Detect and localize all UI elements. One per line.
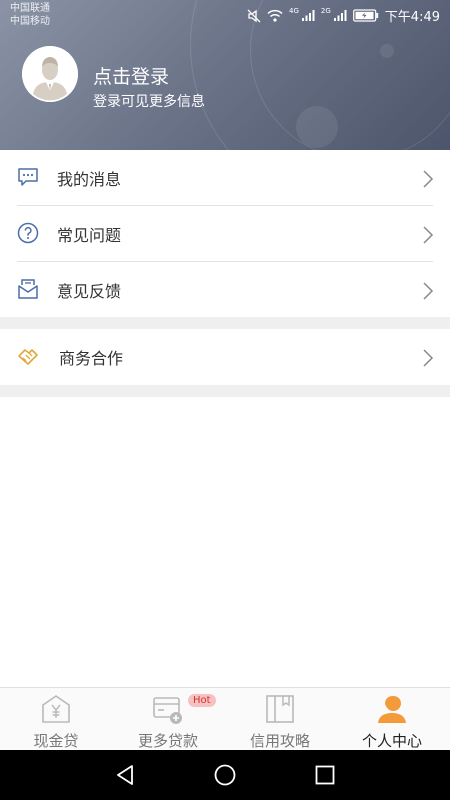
- back-icon[interactable]: [113, 763, 137, 787]
- carrier-info: 中国联通 中国移动: [10, 2, 50, 28]
- chevron-right-icon: [423, 349, 434, 367]
- menu-item-business[interactable]: 商务合作: [0, 329, 450, 385]
- tab-credit-guide[interactable]: 信用攻略: [224, 688, 336, 751]
- person-icon: [378, 696, 406, 723]
- tab-cash-loan[interactable]: 现金贷: [0, 688, 112, 751]
- signal-icon: [333, 10, 347, 21]
- menu-item-label: 我的消息: [57, 170, 122, 189]
- battery-icon: [352, 9, 378, 22]
- status-bar: 中国联通 中国移动 4G 2G 下午4:49: [0, 0, 450, 30]
- login-subtitle: 登录可见更多信息: [93, 94, 205, 110]
- bottom-tab-bar: 现金贷 Hot 更多贷款 信用攻略 个人中心: [0, 687, 450, 750]
- carrier-1: 中国联通: [10, 3, 50, 14]
- wifi-icon: [267, 9, 283, 22]
- carrier-2: 中国移动: [10, 16, 50, 27]
- decor-bubble: [296, 106, 338, 148]
- menu-group-business: 商务合作: [0, 329, 450, 385]
- menu-item-faq[interactable]: 常见问题: [0, 206, 450, 262]
- network-4g-label: 4G: [289, 6, 299, 15]
- recents-icon[interactable]: [313, 763, 337, 787]
- status-icons: 4G 2G 下午4:49: [247, 6, 440, 25]
- menu-group-main: 我的消息 常见问题 意见反馈: [0, 150, 450, 317]
- avatar[interactable]: [22, 46, 78, 102]
- default-avatar-icon: [22, 46, 78, 102]
- network-2g-label: 2G: [320, 6, 331, 15]
- message-icon: [18, 168, 38, 186]
- tab-personal-center[interactable]: 个人中心: [336, 688, 448, 751]
- question-icon: [17, 222, 39, 244]
- decor-bubble: [380, 44, 394, 58]
- tab-more-loans[interactable]: Hot 更多贷款: [112, 688, 224, 751]
- clock: 下午4:49: [384, 10, 440, 25]
- section-gap: [0, 317, 450, 329]
- login-title[interactable]: 点击登录: [93, 62, 169, 89]
- card-add-icon: [153, 697, 182, 724]
- cash-loan-icon: [42, 695, 70, 723]
- chevron-right-icon: [423, 226, 434, 244]
- menu-item-messages[interactable]: 我的消息: [0, 150, 450, 206]
- screen: 中国联通 中国移动 4G 2G 下午4:49 点击登录 登录可见更多信息 我的消…: [0, 0, 450, 800]
- handshake-icon: [18, 349, 38, 365]
- system-nav-bar: [0, 750, 450, 800]
- book-icon: [266, 695, 294, 723]
- mute-icon: [247, 9, 261, 22]
- section-gap: [0, 385, 450, 397]
- menu-item-label: 商务合作: [59, 349, 124, 368]
- tab-label: 信用攻略: [249, 732, 310, 750]
- chevron-right-icon: [423, 170, 434, 188]
- tab-label: 现金贷: [33, 732, 79, 750]
- tab-label: 更多贷款: [137, 732, 198, 750]
- menu-item-label: 意见反馈: [57, 282, 122, 301]
- menu-item-feedback[interactable]: 意见反馈: [0, 262, 450, 318]
- chevron-right-icon: [423, 282, 434, 300]
- hot-badge: Hot: [188, 694, 216, 707]
- profile-header: 中国联通 中国移动 4G 2G 下午4:49 点击登录 登录可见更多信息: [0, 0, 450, 150]
- signal-icon: [301, 10, 315, 21]
- home-icon[interactable]: [213, 763, 237, 787]
- menu-item-label: 常见问题: [57, 226, 122, 245]
- feedback-icon: [18, 279, 38, 299]
- tab-label: 个人中心: [361, 732, 422, 750]
